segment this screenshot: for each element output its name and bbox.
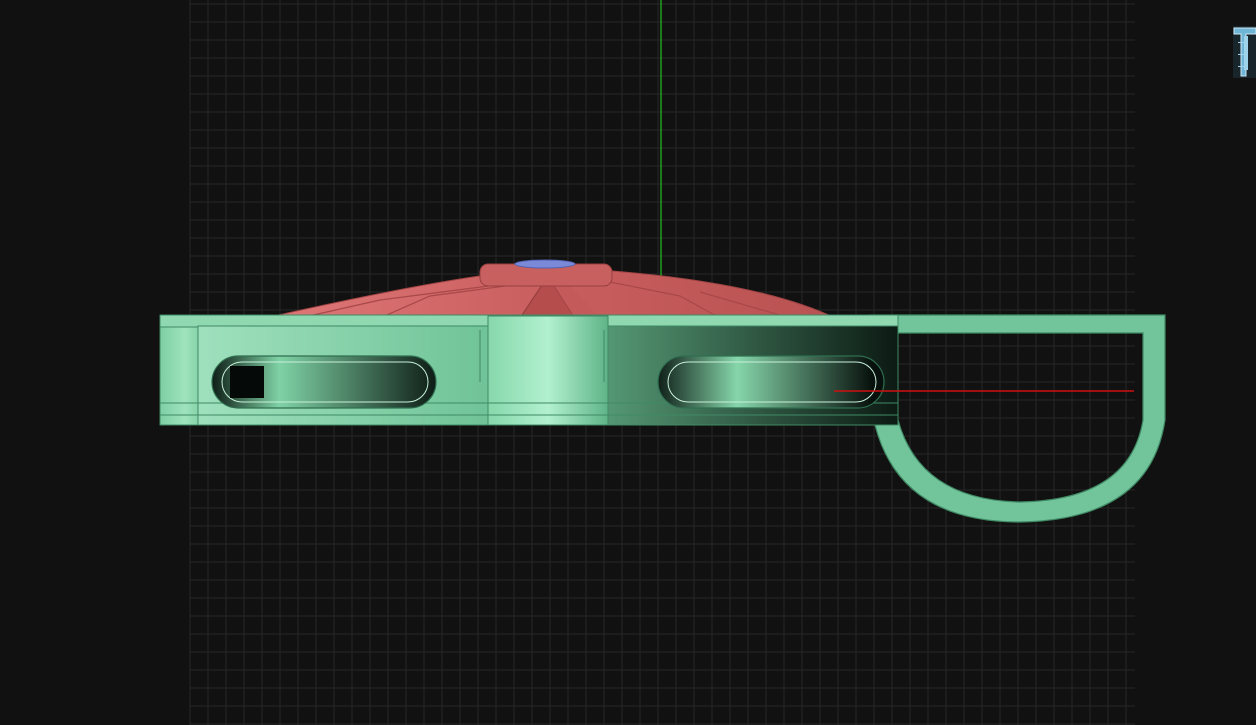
3d-viewport[interactable] — [0, 0, 1256, 725]
view-cube-icon[interactable] — [1230, 20, 1256, 82]
cap-part — [514, 259, 576, 269]
viewport-canvas[interactable] — [0, 0, 1256, 725]
right-slot — [657, 355, 885, 409]
dome-part[interactable] — [264, 259, 836, 319]
